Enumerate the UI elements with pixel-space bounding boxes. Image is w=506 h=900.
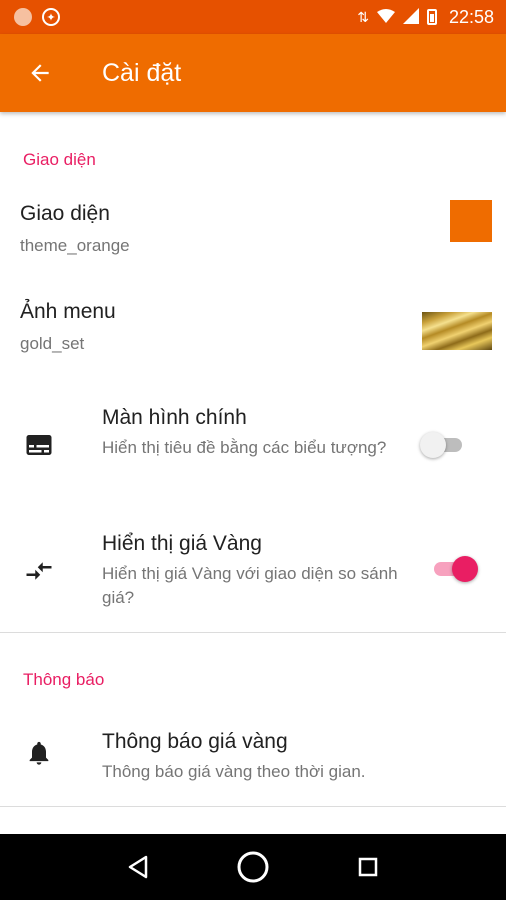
pref-title: Hiển thị giá Vàng <box>102 532 262 555</box>
wifi-icon <box>376 9 395 25</box>
pref-title: Màn hình chính <box>102 406 247 429</box>
pref-main-screen[interactable]: Màn hình chính Hiển thị tiêu đề bằng các… <box>0 392 506 512</box>
pref-show-gold-price[interactable]: Hiển thị giá Vàng Hiển thị giá Vàng với … <box>0 518 506 634</box>
nav-back-button[interactable] <box>113 842 163 892</box>
data-transfer-icon: ⇅ <box>357 9 369 25</box>
system-nav-bar <box>0 834 506 900</box>
pref-summary: gold_set <box>20 334 85 353</box>
section-divider <box>0 632 506 633</box>
pref-summary: theme_orange <box>20 236 130 255</box>
pref-title: Giao diện <box>20 202 110 225</box>
pref-summary: Hiển thị giá Vàng với giao diện so sánh … <box>102 564 398 607</box>
battery-icon <box>426 9 437 25</box>
triangle-back-icon <box>128 855 147 879</box>
square-recents-icon <box>359 857 378 877</box>
accessibility-icon: ✦ <box>42 8 60 26</box>
pref-menu-image[interactable]: Ảnh menu gold_set <box>0 282 506 378</box>
pref-title: Ảnh menu <box>20 300 116 323</box>
color-swatch <box>450 200 492 242</box>
back-button[interactable] <box>10 43 70 103</box>
subtitles-icon <box>22 428 56 462</box>
section-divider <box>0 806 506 807</box>
compare-arrows-icon <box>22 554 56 588</box>
pref-title: Thông báo giá vàng <box>102 730 288 753</box>
notification-dot-icon <box>14 8 32 26</box>
bell-icon <box>22 736 56 770</box>
pref-gold-price-notification[interactable]: Thông báo giá vàng Thông báo giá vàng th… <box>0 708 506 800</box>
arrow-back-icon <box>31 64 49 82</box>
nav-home-button[interactable] <box>228 842 278 892</box>
status-time: 22:58 <box>448 6 494 27</box>
section-header-appearance: Giao diện <box>23 150 96 169</box>
pref-summary: Thông báo giá vàng theo thời gian. <box>102 762 366 781</box>
pref-theme[interactable]: Giao diện theme_orange <box>0 184 506 280</box>
section-header-notifications: Thông báo <box>23 670 105 689</box>
circle-home-icon <box>237 851 269 883</box>
nav-recents-button[interactable] <box>343 842 393 892</box>
status-bar: ✦ ⇅ 22:58 <box>0 0 506 34</box>
main-screen-switch[interactable] <box>420 430 470 460</box>
show-gold-price-switch[interactable] <box>430 554 480 584</box>
pref-summary: Hiển thị tiêu đề bằng các biểu tượng? <box>102 438 387 457</box>
page-title: Cài đặt <box>102 58 182 87</box>
gold-bars-image <box>422 312 492 350</box>
settings-list: Giao diện Giao diện theme_orange Ảnh men… <box>0 112 506 834</box>
app-bar: Cài đặt <box>0 34 506 112</box>
signal-icon <box>402 8 419 26</box>
